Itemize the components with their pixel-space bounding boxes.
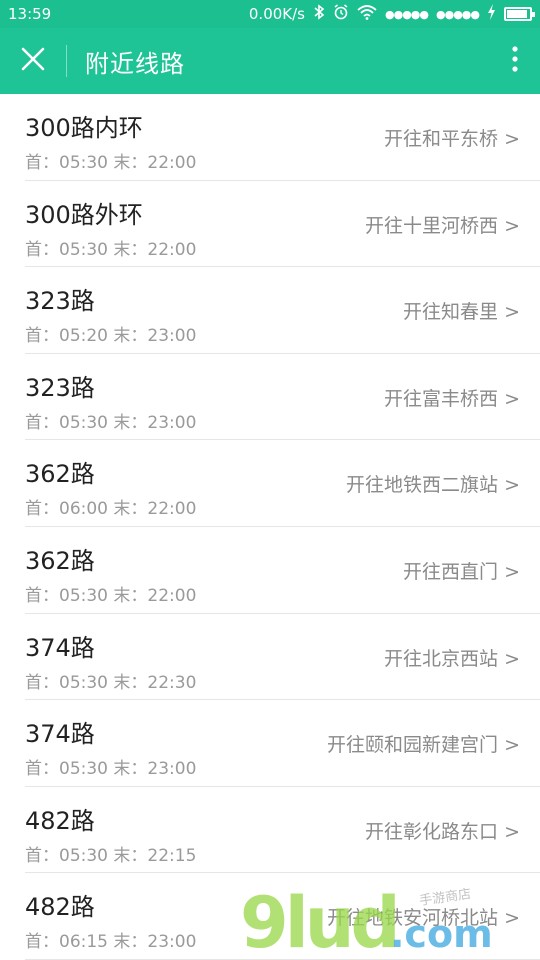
route-name: 323路: [25, 373, 95, 402]
status-bar: 13:59 0.00K/s ●●●●● ●●●●●: [0, 0, 540, 28]
route-row[interactable]: 374路 首：05:30 末：22:30 开往北京西站 >: [25, 614, 540, 701]
route-name: 300路外环: [25, 200, 143, 229]
close-icon: [21, 47, 45, 75]
status-time: 13:59: [8, 5, 52, 23]
route-destination: 开往富丰桥西 >: [384, 387, 520, 410]
route-row[interactable]: 300路内环 首：05:30 末：22:00 开往和平东桥 >: [25, 94, 540, 181]
route-name: 374路: [25, 720, 95, 749]
route-destination: 开往北京西站 >: [384, 647, 520, 670]
route-times: 首：05:30 末：22:15: [25, 845, 197, 866]
route-times: 首：05:30 末：22:00: [25, 239, 197, 260]
route-times: 首：05:30 末：23:00: [25, 412, 197, 433]
app-bar-divider: [66, 45, 67, 77]
route-name: 482路: [25, 893, 95, 922]
route-destination: 开往西直门 >: [403, 560, 520, 583]
route-name: 362路: [25, 460, 95, 489]
route-times: 首：06:00 末：22:00: [25, 499, 197, 520]
route-times: 首：05:30 末：23:00: [25, 759, 197, 780]
route-name: 362路: [25, 546, 95, 575]
route-row[interactable]: 323路 首：05:30 末：23:00 开往富丰桥西 >: [25, 354, 540, 441]
wifi-icon: [357, 4, 377, 24]
app-bar: 附近线路: [0, 28, 540, 94]
more-vertical-icon: [512, 46, 518, 76]
route-row[interactable]: 482路 首：05:30 末：22:15 开往彰化路东口 >: [25, 787, 540, 874]
close-button[interactable]: [0, 28, 66, 94]
route-destination: 开往地铁安河桥北站 >: [327, 907, 520, 930]
route-destination: 开往十里河桥西 >: [365, 214, 520, 237]
page-title: 附近线路: [85, 49, 185, 78]
route-row[interactable]: 323路 首：05:20 末：23:00 开往知春里 >: [25, 267, 540, 354]
more-button[interactable]: [490, 28, 540, 94]
route-name: 300路内环: [25, 114, 143, 142]
route-row[interactable]: 362路 首：06:00 末：22:00 开往地铁西二旗站 >: [25, 440, 540, 527]
route-list: 300路内环 首：05:30 末：22:00 开往和平东桥 > 300路外环 首…: [0, 94, 540, 960]
route-times: 首：05:30 末：22:00: [25, 153, 197, 173]
alarm-icon: [333, 4, 349, 24]
route-row[interactable]: 362路 首：05:30 末：22:00 开往西直门 >: [25, 527, 540, 614]
signal-1: ●●●●●: [385, 7, 429, 21]
route-name: 323路: [25, 287, 95, 316]
battery-fill: [507, 10, 527, 18]
battery-icon: [504, 7, 535, 21]
route-times: 首：06:15 末：23:00: [25, 932, 197, 953]
route-row[interactable]: 300路外环 首：05:30 末：22:00 开往十里河桥西 >: [25, 181, 540, 268]
route-times: 首：05:20 末：23:00: [25, 326, 197, 347]
status-icons: 0.00K/s ●●●●● ●●●●●: [248, 4, 535, 24]
route-destination: 开往地铁西二旗站 >: [346, 474, 520, 497]
route-row[interactable]: 374路 首：05:30 末：23:00 开往颐和园新建宫门 >: [25, 700, 540, 787]
network-speed: 0.00K/s: [248, 5, 305, 23]
route-times: 首：05:30 末：22:00: [25, 585, 197, 606]
bluetooth-icon: [313, 4, 325, 24]
charging-icon: [487, 4, 496, 24]
route-destination: 开往知春里 >: [403, 301, 520, 324]
route-times: 首：05:30 末：22:30: [25, 672, 197, 693]
route-destination: 开往和平东桥 >: [384, 128, 520, 150]
route-name: 482路: [25, 806, 95, 835]
route-name: 374路: [25, 633, 95, 662]
route-destination: 开往彰化路东口 >: [365, 820, 520, 843]
signal-2: ●●●●●: [436, 7, 480, 21]
route-row[interactable]: 482路 首：06:15 末：23:00 开往地铁安河桥北站 >: [25, 873, 540, 960]
route-destination: 开往颐和园新建宫门 >: [327, 734, 520, 757]
